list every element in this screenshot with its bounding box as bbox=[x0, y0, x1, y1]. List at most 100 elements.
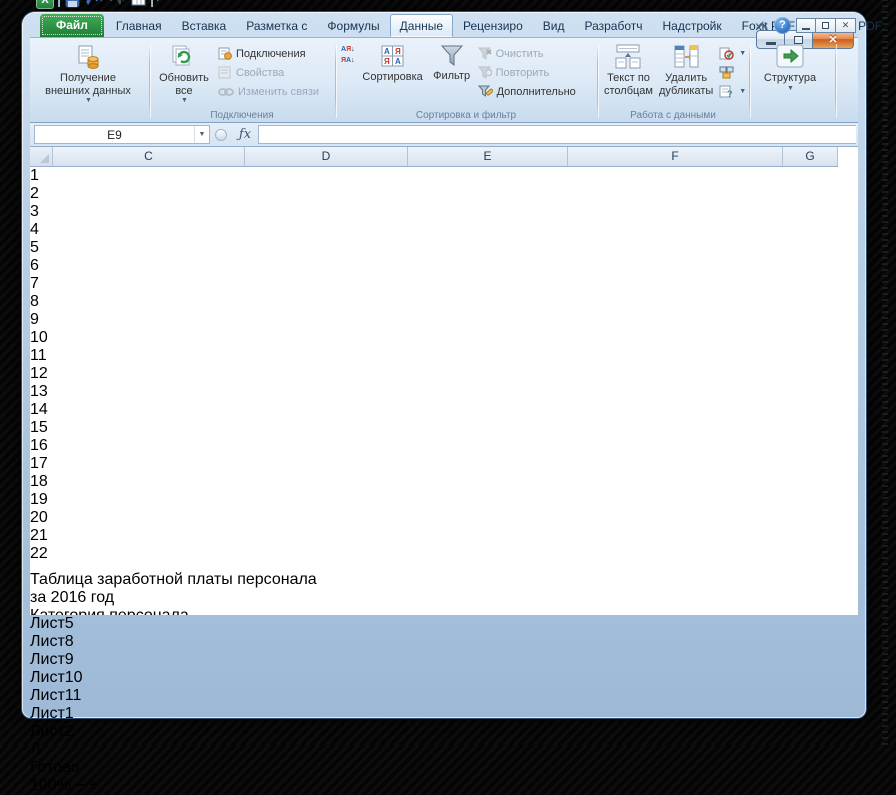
row-header-10[interactable]: 10 bbox=[30, 329, 838, 347]
formula-bar: E9 ▼ ƒx bbox=[30, 123, 858, 147]
column-header-F[interactable]: F bbox=[568, 147, 783, 166]
ribbon-data-tab-panel: Получение внешних данных ▼ Обновить все … bbox=[30, 37, 858, 123]
help-icon[interactable]: ? bbox=[774, 17, 791, 34]
formula-bar-splitter[interactable] bbox=[210, 125, 232, 144]
clear-filter-item[interactable]: Очистить bbox=[475, 45, 579, 62]
sheet-tab-лист1[interactable]: Лист1 bbox=[30, 705, 858, 723]
row-header-19[interactable]: 19 bbox=[30, 491, 838, 509]
row-header-17[interactable]: 17 bbox=[30, 455, 838, 473]
consolidate-button[interactable] bbox=[716, 64, 749, 81]
tab-главная[interactable]: Главная bbox=[106, 14, 172, 37]
sheet-tabs-bar: Лист5Лист8Лист9Лист10Лист11Лист1Лист2Л bbox=[30, 615, 858, 759]
sheet-tab-label: Лист2 bbox=[30, 723, 74, 740]
table-title: Таблица заработной платы персонала bbox=[30, 571, 838, 589]
zoom-level[interactable]: 100% bbox=[30, 777, 71, 794]
properties-icon bbox=[218, 66, 232, 79]
row-header-2[interactable]: 2 bbox=[30, 185, 838, 203]
connections-item[interactable]: Подключения bbox=[215, 45, 322, 62]
sheet-tab-л[interactable]: Л bbox=[30, 741, 858, 759]
sheet-tab-лист5[interactable]: Лист5 bbox=[30, 615, 858, 633]
name-box-value: E9 bbox=[35, 128, 194, 142]
workbook-minimize-button[interactable] bbox=[796, 18, 816, 33]
svg-text:Я: Я bbox=[395, 47, 401, 56]
insert-function-icon[interactable]: ƒx bbox=[232, 127, 258, 142]
column-header-G[interactable]: G bbox=[783, 147, 838, 166]
what-if-analysis-button[interactable]: ? ▼ bbox=[716, 83, 749, 100]
ribbon-right-controls: ? ✕ bbox=[755, 17, 856, 34]
outline-button[interactable]: Структура ▼ bbox=[753, 42, 827, 95]
row-header-12[interactable]: 12 bbox=[30, 365, 838, 383]
sheet-tab-лист11[interactable]: Лист11 bbox=[30, 687, 858, 705]
table-header-row: Категория персонала Дата Данные Сумма за… bbox=[30, 607, 838, 615]
tab-надстройк[interactable]: Надстройк bbox=[653, 14, 732, 37]
sheet-tab-label: Лист8 bbox=[30, 633, 74, 650]
row-header-14[interactable]: 14 bbox=[30, 401, 838, 419]
formula-input[interactable] bbox=[258, 125, 856, 144]
table-header-cell[interactable]: Категория персонала bbox=[30, 607, 838, 615]
consolidate-icon bbox=[719, 66, 734, 79]
row-header-15[interactable]: 15 bbox=[30, 419, 838, 437]
data-validation-button[interactable]: ▼ bbox=[716, 45, 749, 62]
column-header-C[interactable]: C bbox=[53, 147, 245, 166]
row-header-9[interactable]: 9 bbox=[30, 311, 838, 329]
advanced-filter-item[interactable]: Дополнительно bbox=[475, 83, 579, 100]
workbook-restore-button[interactable] bbox=[816, 18, 836, 33]
row-header-16[interactable]: 16 bbox=[30, 437, 838, 455]
tab-разработч[interactable]: Разработч bbox=[574, 14, 652, 37]
row-header-20[interactable]: 20 bbox=[30, 509, 838, 527]
edit-links-item[interactable]: Изменить связи bbox=[215, 83, 322, 100]
row-header-5[interactable]: 5 bbox=[30, 239, 838, 257]
zoom-in-button[interactable]: + bbox=[89, 777, 98, 794]
worksheet-area: CDEFG 1234567891011121314151617181920212… bbox=[30, 147, 858, 615]
refresh-all-button[interactable]: Обновить все ▼ bbox=[153, 42, 215, 107]
tab-file[interactable]: Файл bbox=[40, 14, 104, 37]
row-header-8[interactable]: 8 bbox=[30, 293, 838, 311]
sort-descending-button[interactable]: ЯА↓ bbox=[339, 56, 357, 65]
row-header-4[interactable]: 4 bbox=[30, 221, 838, 239]
sheet-tab-лист2[interactable]: Лист2 bbox=[30, 723, 858, 741]
filter-button[interactable]: Фильтр bbox=[429, 42, 475, 85]
cells-area[interactable]: Таблица заработной платы персонала за 20… bbox=[30, 571, 838, 615]
tab-данные[interactable]: Данные bbox=[390, 14, 453, 37]
properties-item[interactable]: Свойства bbox=[215, 64, 322, 81]
name-box-dropdown-icon[interactable]: ▼ bbox=[194, 126, 209, 143]
row-header-22[interactable]: 22 bbox=[30, 545, 838, 563]
tab-вид[interactable]: Вид bbox=[533, 14, 575, 37]
tab-вставка[interactable]: Вставка bbox=[172, 14, 237, 37]
status-bar: Готово 100% − + bbox=[30, 759, 858, 795]
tab-рецензиро[interactable]: Рецензиро bbox=[453, 14, 533, 37]
column-header-E[interactable]: E bbox=[408, 147, 568, 166]
row-header-21[interactable]: 21 bbox=[30, 527, 838, 545]
tab-формулы[interactable]: Формулы bbox=[317, 14, 389, 37]
status-mode: Готово bbox=[30, 759, 79, 776]
get-external-data-button[interactable]: Получение внешних данных ▼ bbox=[35, 42, 141, 107]
sheet-tab-label: Лист1 bbox=[30, 705, 74, 722]
reapply-filter-item[interactable]: Повторить bbox=[475, 64, 579, 81]
row-header-3[interactable]: 3 bbox=[30, 203, 838, 221]
tab-разметка-с[interactable]: Разметка с bbox=[236, 14, 317, 37]
sort-ascending-button[interactable]: АЯ↓ bbox=[339, 45, 357, 54]
row-header-18[interactable]: 18 bbox=[30, 473, 838, 491]
zoom-out-button[interactable]: − bbox=[75, 777, 84, 794]
row-header-7[interactable]: 7 bbox=[30, 275, 838, 293]
sheet-tab-лист10[interactable]: Лист10 bbox=[30, 669, 858, 687]
sort-button[interactable]: АЯЯА Сортировка bbox=[357, 42, 429, 86]
column-header-D[interactable]: D bbox=[245, 147, 408, 166]
sheet-tab-лист8[interactable]: Лист8 bbox=[30, 633, 858, 651]
row-header-1[interactable]: 1 bbox=[30, 167, 838, 185]
text-to-columns-button[interactable]: Текст по столбцам bbox=[601, 42, 656, 99]
collapse-ribbon-icon[interactable] bbox=[755, 19, 769, 33]
select-all-corner[interactable] bbox=[30, 147, 53, 166]
svg-text:А: А bbox=[395, 57, 401, 66]
row-header-13[interactable]: 13 bbox=[30, 383, 838, 401]
sheet-tab-лист9[interactable]: Лист9 bbox=[30, 651, 858, 669]
dropdown-arrow-icon: ▼ bbox=[85, 97, 92, 105]
name-box[interactable]: E9 ▼ bbox=[34, 125, 210, 144]
dropdown-arrow-icon: ▼ bbox=[787, 85, 794, 93]
row-header-6[interactable]: 6 bbox=[30, 257, 838, 275]
excel-window: X ▾ ▾ ▾ Книга3 - Microsoft Excel ✕ bbox=[22, 12, 866, 718]
sheet-tab-label: Лист11 bbox=[30, 687, 81, 704]
row-header-11[interactable]: 11 bbox=[30, 347, 838, 365]
workbook-close-button[interactable]: ✕ bbox=[836, 18, 856, 33]
remove-duplicates-button[interactable]: Удалить дубликаты bbox=[656, 42, 716, 99]
